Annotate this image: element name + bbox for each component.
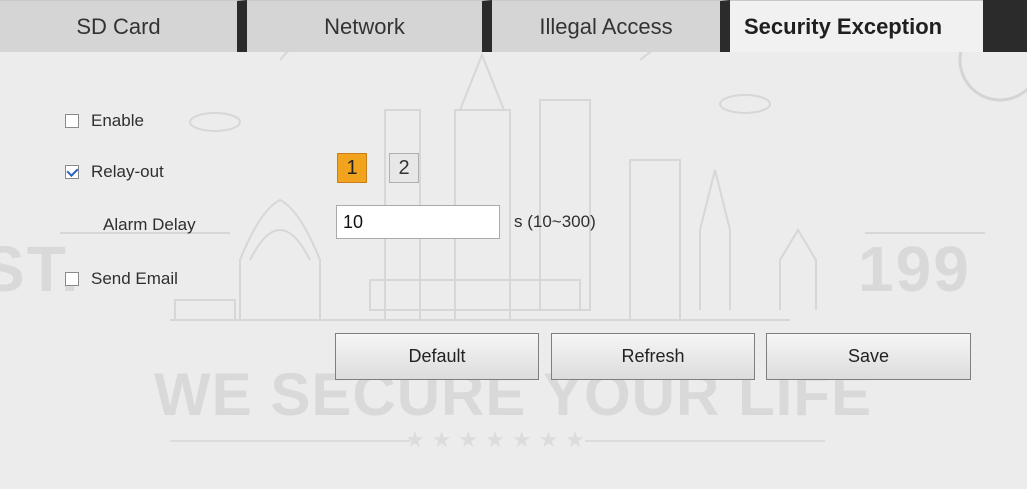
alarm-delay-input[interactable] — [336, 205, 500, 239]
tab-sd-card[interactable]: SD Card — [0, 0, 247, 52]
enable-row: Enable — [65, 111, 144, 131]
save-button[interactable]: Save — [766, 333, 971, 380]
relay-out-checkbox[interactable] — [65, 165, 79, 179]
send-email-row: Send Email — [65, 269, 178, 289]
relay-out-row: Relay-out — [65, 162, 164, 182]
watermark: ★ ★ ★ ★ ★ ★ ★ ST. 199 WE SECURE YOUR LIF… — [0, 0, 1027, 484]
tab-security-exception[interactable]: Security Exception — [730, 0, 983, 52]
tab-bar-end — [983, 0, 1027, 52]
relay-2-button[interactable]: 2 — [389, 153, 419, 183]
tab-bar: SD Card Network Illegal Access Security … — [0, 0, 1027, 52]
enable-label: Enable — [91, 111, 144, 130]
city-skyline-watermark: ★ ★ ★ ★ ★ ★ ★ — [60, 0, 1027, 453]
default-button[interactable]: Default — [335, 333, 539, 380]
tab-network[interactable]: Network — [247, 0, 492, 52]
enable-checkbox[interactable] — [65, 114, 79, 128]
alarm-delay-label: Alarm Delay — [103, 215, 196, 234]
svg-text:★ ★ ★ ★ ★ ★ ★: ★ ★ ★ ★ ★ ★ ★ — [405, 428, 585, 453]
watermark-year-text: 199 — [858, 233, 971, 305]
relay-1-button[interactable]: 1 — [337, 153, 367, 183]
tab-label: SD Card — [76, 13, 161, 39]
alarm-delay-row: Alarm Delay — [103, 215, 196, 235]
send-email-checkbox[interactable] — [65, 272, 79, 286]
tab-illegal-access[interactable]: Illegal Access — [492, 0, 730, 52]
alarm-delay-unit: s (10~300) — [514, 212, 596, 231]
refresh-button[interactable]: Refresh — [551, 333, 755, 380]
tab-label: Security Exception — [744, 13, 943, 39]
tab-label: Network — [324, 13, 405, 39]
tab-label: Illegal Access — [539, 13, 673, 39]
relay-out-label: Relay-out — [91, 162, 164, 181]
send-email-label: Send Email — [91, 269, 178, 288]
